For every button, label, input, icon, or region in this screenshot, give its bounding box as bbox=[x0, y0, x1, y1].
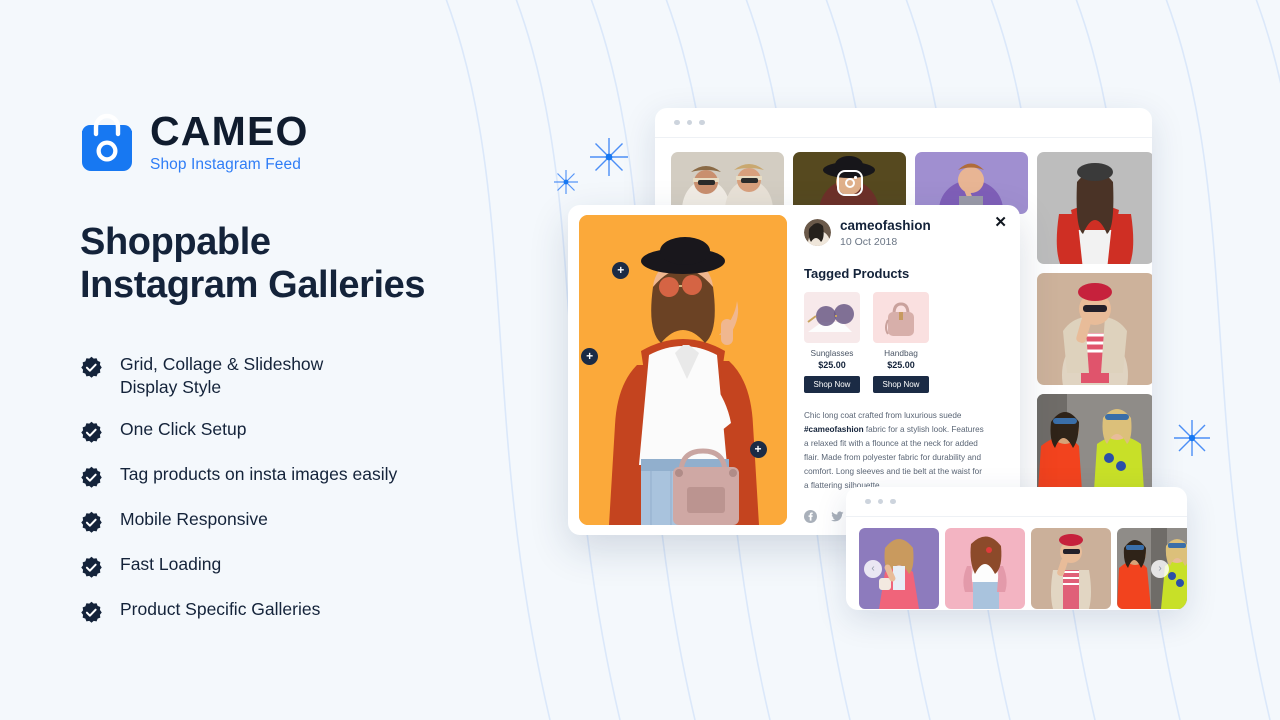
description-pre: Chic long coat crafted from luxurious su… bbox=[804, 410, 962, 420]
shopping-bag-icon bbox=[82, 113, 132, 172]
post-author: cameofashion 10 Oct 2018 bbox=[804, 218, 1006, 248]
list-item: Tag products on insta images easily bbox=[80, 463, 520, 489]
feature-list: Grid, Collage & Slideshow Display Style O… bbox=[80, 353, 520, 624]
window-titlebar bbox=[655, 108, 1152, 138]
list-item-label: Tag products on insta images easily bbox=[120, 464, 398, 485]
instagram-icon bbox=[836, 170, 863, 196]
product-thumbnail-sunglasses[interactable] bbox=[804, 291, 860, 343]
carousel-next-button[interactable]: › bbox=[1151, 559, 1169, 578]
list-item: One Click Setup bbox=[80, 418, 520, 444]
product-price: $25.00 bbox=[818, 359, 846, 370]
carousel-track: ‹ › bbox=[846, 517, 1187, 610]
list-item-label: One Click Setup bbox=[120, 419, 247, 440]
check-badge-icon bbox=[81, 512, 102, 534]
list-item-label: Grid, Collage & Slideshow Display Style bbox=[120, 354, 324, 398]
list-item-label: Mobile Responsive bbox=[120, 509, 268, 530]
tile-woman-red-jacket[interactable] bbox=[1037, 152, 1152, 264]
tile-two-women-colorful[interactable] bbox=[1037, 394, 1152, 500]
list-item: Fast Loading bbox=[80, 553, 520, 579]
carousel-browser-window: ‹ › bbox=[846, 487, 1187, 610]
page-title: Shoppable Instagram Galleries bbox=[80, 221, 520, 306]
post-detail-panel: ✕ cameofashion 10 Oct 2018 Tagged Produc… bbox=[787, 205, 1020, 535]
product-card: Handbag $25.00 Shop Now bbox=[873, 291, 929, 393]
product-price: $25.00 bbox=[887, 359, 915, 370]
window-dot bbox=[699, 119, 705, 126]
post-date: 10 Oct 2018 bbox=[840, 235, 898, 248]
twitter-icon[interactable] bbox=[831, 510, 844, 523]
logo: CAMEO Shop Instagram Feed bbox=[80, 108, 520, 174]
description-post: fabric for a stylish look. Features a re… bbox=[804, 424, 984, 491]
shop-now-button[interactable]: Shop Now bbox=[804, 375, 860, 393]
logo-text: CAMEO Shop Instagram Feed bbox=[150, 108, 309, 174]
carousel-prev-button[interactable]: ‹ bbox=[864, 559, 882, 578]
product-thumbnail-handbag[interactable] bbox=[873, 291, 929, 343]
sparkle-icon-1 bbox=[590, 138, 628, 176]
check-badge-icon bbox=[81, 602, 102, 624]
tile-woman-red-beret[interactable] bbox=[1037, 273, 1152, 385]
sparkle-icon-2 bbox=[554, 170, 578, 194]
carousel-tile-beige[interactable] bbox=[1031, 528, 1111, 609]
check-badge-icon bbox=[81, 356, 102, 378]
product-name: Sunglasses bbox=[810, 347, 854, 358]
brand-tagline: Shop Instagram Feed bbox=[150, 156, 301, 174]
tagged-products-heading: Tagged Products bbox=[804, 265, 910, 281]
gallery-grid-sidebar bbox=[1037, 152, 1152, 500]
sparkle-icon-3 bbox=[1174, 420, 1210, 456]
check-badge-icon bbox=[81, 467, 102, 489]
shop-now-button[interactable]: Shop Now bbox=[873, 375, 929, 393]
product-card: Sunglasses $25.00 Shop Now bbox=[804, 291, 860, 393]
author-username: cameofashion bbox=[840, 218, 931, 233]
window-dot bbox=[890, 498, 896, 505]
headline-line-1: Shoppable bbox=[80, 221, 271, 264]
list-item: Grid, Collage & Slideshow Display Style bbox=[80, 353, 520, 399]
social-share-bar bbox=[804, 510, 844, 523]
post-photo-image: + + + bbox=[579, 215, 787, 525]
list-item-label: Product Specific Galleries bbox=[120, 599, 321, 620]
brand-name: CAMEO bbox=[150, 108, 309, 154]
main-post-photo[interactable]: + + + bbox=[568, 205, 787, 535]
window-dot bbox=[686, 119, 692, 126]
hero-left-column: CAMEO Shop Instagram Feed Shoppable Inst… bbox=[80, 108, 520, 643]
list-item: Mobile Responsive bbox=[80, 508, 520, 534]
tag-marker-sunglasses[interactable]: + bbox=[612, 261, 630, 279]
avatar[interactable] bbox=[804, 219, 831, 247]
window-titlebar bbox=[846, 487, 1187, 517]
post-description: Chic long coat crafted from luxurious su… bbox=[804, 409, 1006, 494]
facebook-icon[interactable] bbox=[804, 510, 817, 523]
list-item-label: Fast Loading bbox=[120, 554, 222, 575]
window-dot bbox=[674, 119, 680, 126]
carousel-tile-pink[interactable] bbox=[945, 528, 1025, 609]
product-name: Handbag bbox=[884, 347, 918, 358]
window-dot bbox=[865, 498, 871, 505]
tag-marker-handbag[interactable]: + bbox=[749, 441, 767, 459]
description-hashtag[interactable]: #cameofashion bbox=[804, 425, 864, 434]
author-meta: cameofashion 10 Oct 2018 bbox=[840, 218, 931, 248]
close-icon[interactable]: ✕ bbox=[994, 215, 1007, 230]
tagged-products-list: Sunglasses $25.00 Shop Now Handbag $25.0… bbox=[804, 291, 1006, 393]
list-item: Product Specific Galleries bbox=[80, 598, 520, 624]
post-detail-modal: + + + ✕ cameofashion 10 Oct 2018 Tagged … bbox=[568, 205, 1020, 535]
check-badge-icon bbox=[81, 422, 102, 444]
check-badge-icon bbox=[81, 557, 102, 579]
headline-line-2: Instagram Galleries bbox=[80, 263, 426, 306]
window-dot bbox=[877, 498, 883, 505]
